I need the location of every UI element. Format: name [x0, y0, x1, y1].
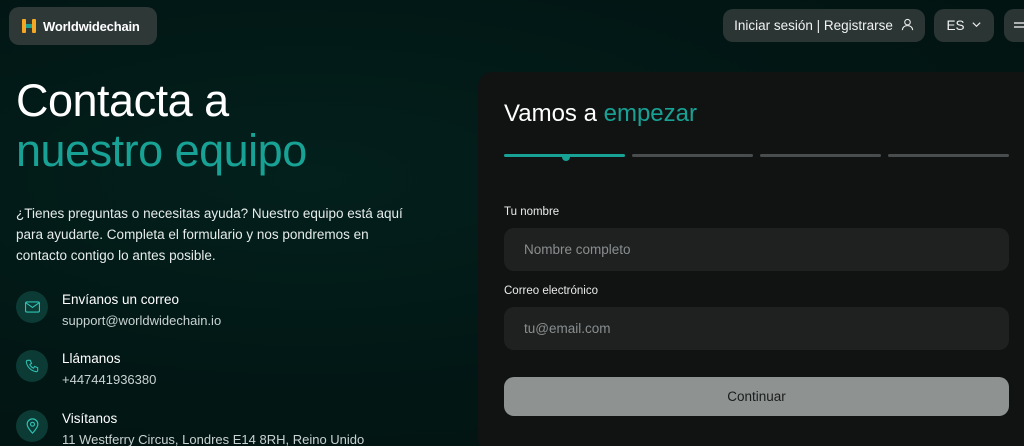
chevron-down-icon	[971, 18, 982, 33]
step-1-indicator	[504, 154, 625, 161]
phone-icon	[16, 350, 48, 382]
contact-phone-title: Llámanos	[62, 351, 121, 366]
contact-email-item: Envíanos un correo support@worldwidechai…	[16, 291, 221, 330]
step-4-indicator	[888, 154, 1009, 157]
contact-email-value[interactable]: support@worldwidechain.io	[62, 312, 221, 330]
step-2-indicator	[632, 154, 753, 157]
contact-phone-item: Llámanos +447441936380	[16, 350, 156, 389]
page-title-line1: Contacta a	[16, 75, 229, 126]
contact-phone-value[interactable]: +447441936380	[62, 371, 156, 389]
continue-button[interactable]: Continuar	[504, 377, 1009, 416]
step-3-indicator	[760, 154, 881, 157]
language-label: ES	[946, 18, 965, 33]
location-pin-icon	[16, 410, 48, 442]
form-title-plain: Vamos a	[504, 100, 597, 127]
brand-logo-icon	[21, 18, 37, 34]
form-step-indicator	[504, 154, 1009, 161]
contact-address-value: 11 Westferry Circus, Londres E14 8RH, Re…	[62, 432, 365, 446]
brand-logo-link[interactable]: Worldwidechain	[9, 7, 157, 45]
user-icon	[901, 18, 914, 34]
contact-address-item: Visítanos 11 Westferry Circus, Londres E…	[16, 410, 364, 446]
menu-button[interactable]	[1004, 9, 1024, 42]
login-register-label: Iniciar sesión | Registrarse	[734, 18, 893, 33]
hamburger-icon	[1014, 17, 1024, 35]
brand-name: Worldwidechain	[43, 18, 140, 34]
contact-form-card: Vamos a empezar Tu nombre Correo electró…	[478, 72, 1024, 446]
form-title: Vamos a empezar	[504, 100, 697, 128]
page-description: ¿Tienes preguntas o necesitas ayuda? Nue…	[16, 206, 403, 263]
email-label: Correo electrónico	[504, 285, 598, 297]
language-selector[interactable]: ES	[934, 9, 994, 42]
page-title: Contacta a nuestro equipo	[16, 76, 307, 176]
contact-address-title: Visítanos	[62, 411, 118, 426]
name-label: Tu nombre	[504, 206, 560, 218]
page-title-line2: nuestro equipo	[16, 125, 307, 176]
login-register-button[interactable]: Iniciar sesión | Registrarse	[723, 9, 925, 42]
contact-email-title: Envíanos un correo	[62, 292, 180, 307]
form-title-accent: empezar	[603, 100, 697, 127]
mail-icon	[16, 291, 48, 323]
email-input[interactable]	[504, 307, 1009, 350]
contact-page: Worldwidechain Iniciar sesión | Registra…	[0, 0, 1024, 446]
name-input[interactable]	[504, 228, 1009, 271]
